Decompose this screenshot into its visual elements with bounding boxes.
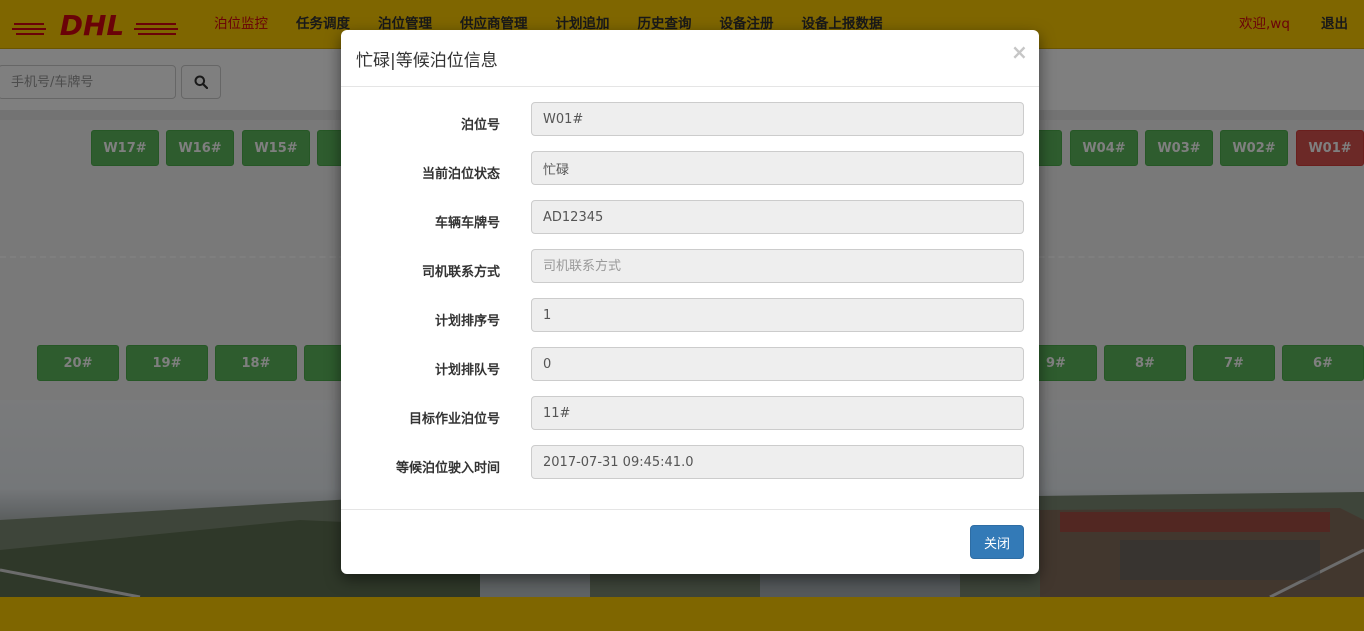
- plate-number-input[interactable]: [531, 200, 1024, 234]
- berth-status-input[interactable]: [531, 151, 1024, 185]
- plan-sort-number-input[interactable]: [531, 298, 1024, 332]
- modal-footer: 关闭: [341, 509, 1039, 574]
- field-label: 当前泊位状态: [421, 167, 500, 182]
- driver-contact-input[interactable]: [531, 249, 1024, 283]
- field-berth-status: 当前泊位状态: [341, 151, 1039, 185]
- modal-title: 忙碌|等候泊位信息: [356, 51, 498, 71]
- field-entry-time: 等候泊位驶入时间: [341, 445, 1039, 479]
- berth-info-modal: 忙碌|等候泊位信息 × 泊位号 当前泊位状态 车辆车牌号 司机联系方式 计划排序…: [341, 30, 1039, 574]
- berth-number-input[interactable]: [531, 102, 1024, 136]
- close-button[interactable]: 关闭: [970, 525, 1024, 559]
- field-plate-number: 车辆车牌号: [341, 200, 1039, 234]
- field-label: 司机联系方式: [421, 265, 500, 280]
- modal-header: 忙碌|等候泊位信息 ×: [341, 30, 1039, 87]
- field-label: 计划排队号: [434, 363, 500, 378]
- field-label: 计划排序号: [434, 314, 500, 329]
- field-target-berth: 目标作业泊位号: [341, 396, 1039, 430]
- field-label: 泊位号: [460, 118, 500, 133]
- field-berth-number: 泊位号: [341, 102, 1039, 136]
- target-berth-input[interactable]: [531, 396, 1024, 430]
- plan-queue-number-input[interactable]: [531, 347, 1024, 381]
- field-plan-sort-number: 计划排序号: [341, 298, 1039, 332]
- close-icon[interactable]: ×: [1011, 42, 1028, 62]
- field-label: 等候泊位驶入时间: [395, 461, 500, 476]
- entry-time-input[interactable]: [531, 445, 1024, 479]
- field-driver-contact: 司机联系方式: [341, 249, 1039, 283]
- field-label: 车辆车牌号: [434, 216, 500, 231]
- field-label: 目标作业泊位号: [408, 412, 500, 427]
- field-plan-queue-number: 计划排队号: [341, 347, 1039, 381]
